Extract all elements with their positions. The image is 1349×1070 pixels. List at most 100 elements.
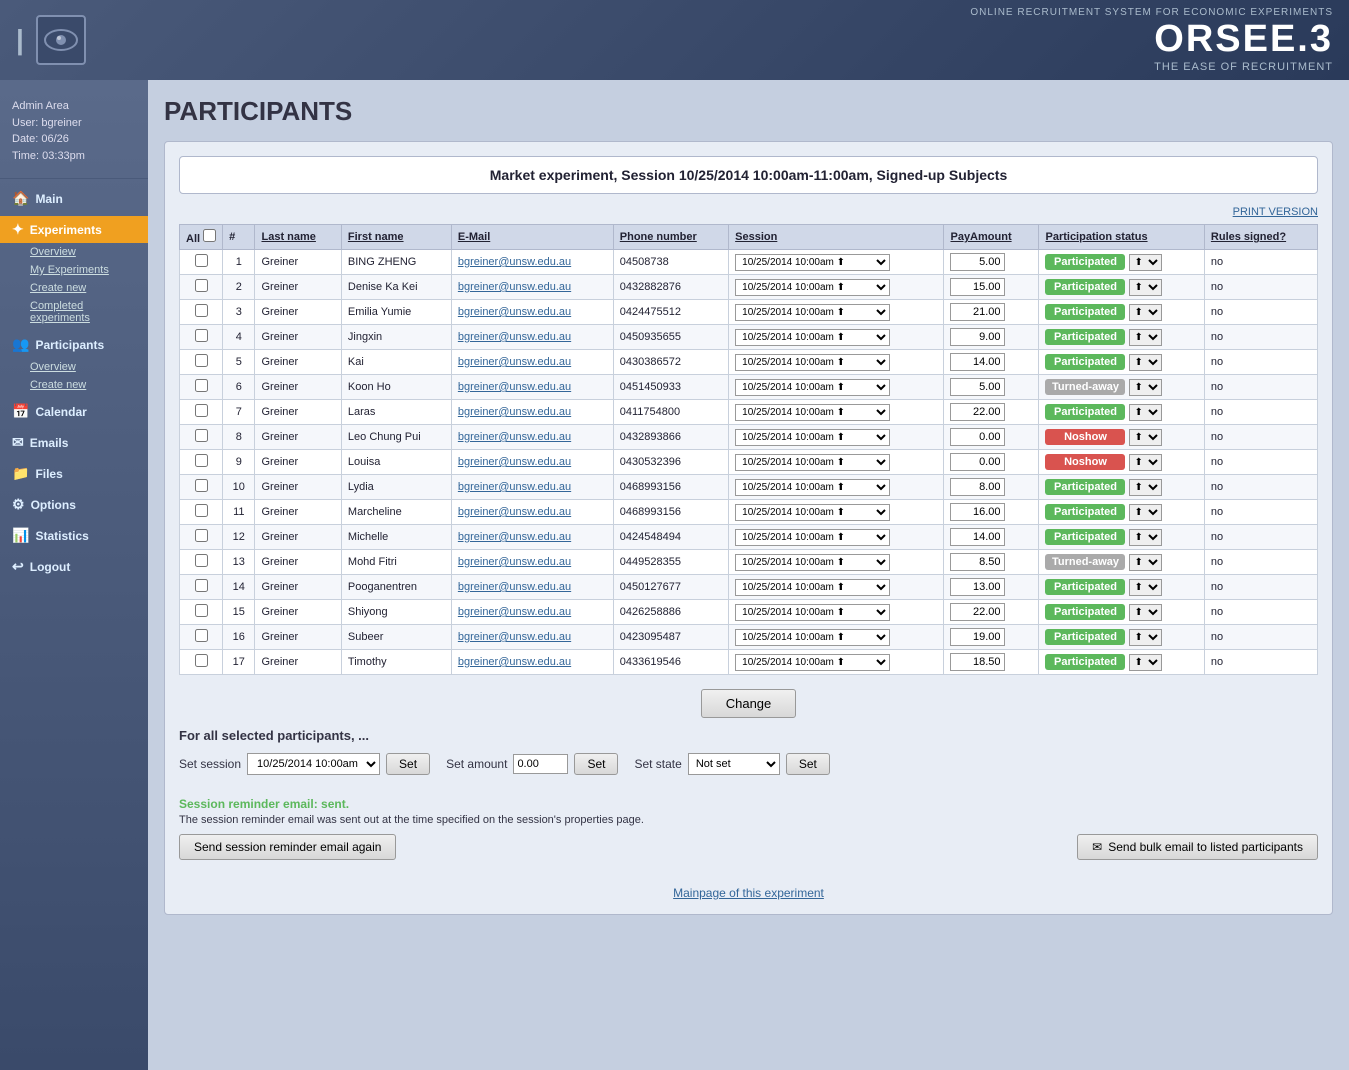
sidebar-item-completed-experiments[interactable]: Completed experiments (0, 297, 148, 327)
row-pay-input[interactable] (950, 578, 1005, 596)
change-button[interactable]: Change (701, 689, 797, 718)
row-pay-input[interactable] (950, 528, 1005, 546)
row-checkbox[interactable] (195, 404, 208, 417)
row-session-select[interactable]: 10/25/2014 10:00am ⬆ (735, 654, 890, 671)
row-status-select[interactable]: ⬆ (1129, 554, 1162, 571)
sidebar-item-logout[interactable]: ↩ Logout (0, 553, 148, 580)
row-email[interactable]: bgreiner@unsw.edu.au (451, 550, 613, 575)
row-session-select[interactable]: 10/25/2014 10:00am ⬆ (735, 404, 890, 421)
row-status-select[interactable]: ⬆ (1129, 579, 1162, 596)
row-status-select[interactable]: ⬆ (1129, 254, 1162, 271)
row-status-select[interactable]: ⬆ (1129, 604, 1162, 621)
first-name-sort[interactable]: First name (348, 231, 404, 243)
set-session-button[interactable]: Set (386, 753, 430, 775)
row-session-select[interactable]: 10/25/2014 10:00am ⬆ (735, 479, 890, 496)
sidebar-item-statistics[interactable]: 📊 Statistics (0, 522, 148, 549)
row-session-select[interactable]: 10/25/2014 10:00am ⬆ (735, 329, 890, 346)
row-checkbox[interactable] (195, 454, 208, 467)
row-email[interactable]: bgreiner@unsw.edu.au (451, 350, 613, 375)
set-amount-input[interactable] (513, 754, 568, 774)
pay-sort[interactable]: PayAmount (950, 231, 1011, 243)
set-state-select[interactable]: Not set Not set Participated Noshow Turn… (688, 753, 780, 775)
row-email[interactable]: bgreiner@unsw.edu.au (451, 500, 613, 525)
row-checkbox[interactable] (195, 579, 208, 592)
row-checkbox[interactable] (195, 504, 208, 517)
row-session-select[interactable]: 10/25/2014 10:00am ⬆ (735, 604, 890, 621)
sidebar-item-participants-create[interactable]: Create new (0, 376, 148, 394)
row-email[interactable]: bgreiner@unsw.edu.au (451, 625, 613, 650)
send-reminder-button[interactable]: Send session reminder email again (179, 834, 396, 860)
mainpage-link[interactable]: Mainpage of this experiment (673, 886, 824, 900)
row-email[interactable]: bgreiner@unsw.edu.au (451, 525, 613, 550)
row-checkbox[interactable] (195, 279, 208, 292)
sidebar-item-participants[interactable]: 👥 Participants (0, 331, 148, 358)
row-pay-input[interactable] (950, 503, 1005, 521)
row-email[interactable]: bgreiner@unsw.edu.au (451, 400, 613, 425)
email-sort[interactable]: E-Mail (458, 231, 490, 243)
row-session-select[interactable]: 10/25/2014 10:00am ⬆ (735, 504, 890, 521)
sidebar-item-create-new[interactable]: Create new (0, 279, 148, 297)
sidebar-item-experiments[interactable]: ✦ Experiments (0, 216, 148, 243)
row-session-select[interactable]: 10/25/2014 10:00am ⬆ (735, 454, 890, 471)
row-email[interactable]: bgreiner@unsw.edu.au (451, 425, 613, 450)
row-pay-input[interactable] (950, 628, 1005, 646)
row-pay-input[interactable] (950, 603, 1005, 621)
rules-sort[interactable]: Rules signed? (1211, 231, 1286, 243)
last-name-sort[interactable]: Last name (261, 231, 315, 243)
row-status-select[interactable]: ⬆ (1129, 404, 1162, 421)
row-session-select[interactable]: 10/25/2014 10:00am ⬆ (735, 429, 890, 446)
row-status-select[interactable]: ⬆ (1129, 504, 1162, 521)
row-status-select[interactable]: ⬆ (1129, 479, 1162, 496)
row-status-select[interactable]: ⬆ (1129, 629, 1162, 646)
row-email[interactable]: bgreiner@unsw.edu.au (451, 325, 613, 350)
row-pay-input[interactable] (950, 478, 1005, 496)
row-checkbox[interactable] (195, 429, 208, 442)
sidebar-item-overview[interactable]: Overview (0, 243, 148, 261)
set-state-button[interactable]: Set (786, 753, 830, 775)
row-session-select[interactable]: 10/25/2014 10:00am ⬆ (735, 629, 890, 646)
row-checkbox[interactable] (195, 254, 208, 267)
row-email[interactable]: bgreiner@unsw.edu.au (451, 600, 613, 625)
row-pay-input[interactable] (950, 553, 1005, 571)
row-pay-input[interactable] (950, 278, 1005, 296)
sidebar-item-options[interactable]: ⚙ Options (0, 491, 148, 518)
row-status-select[interactable]: ⬆ (1129, 529, 1162, 546)
row-pay-input[interactable] (950, 403, 1005, 421)
row-email[interactable]: bgreiner@unsw.edu.au (451, 250, 613, 275)
row-checkbox[interactable] (195, 304, 208, 317)
row-checkbox[interactable] (195, 604, 208, 617)
session-sort[interactable]: Session (735, 231, 777, 243)
row-session-select[interactable]: 10/25/2014 10:00am ⬆ (735, 279, 890, 296)
row-session-select[interactable]: 10/25/2014 10:00am ⬆ (735, 304, 890, 321)
row-checkbox[interactable] (195, 479, 208, 492)
row-email[interactable]: bgreiner@unsw.edu.au (451, 450, 613, 475)
row-session-select[interactable]: 10/25/2014 10:00am ⬆ (735, 529, 890, 546)
row-email[interactable]: bgreiner@unsw.edu.au (451, 475, 613, 500)
row-email[interactable]: bgreiner@unsw.edu.au (451, 300, 613, 325)
row-pay-input[interactable] (950, 353, 1005, 371)
row-status-select[interactable]: ⬆ (1129, 279, 1162, 296)
row-pay-input[interactable] (950, 253, 1005, 271)
row-checkbox[interactable] (195, 354, 208, 367)
status-sort[interactable]: Participation status (1045, 231, 1147, 243)
set-session-select[interactable]: 10/25/2014 10:00am (247, 753, 380, 775)
row-session-select[interactable]: 10/25/2014 10:00am ⬆ (735, 354, 890, 371)
row-session-select[interactable]: 10/25/2014 10:00am ⬆ (735, 379, 890, 396)
row-pay-input[interactable] (950, 378, 1005, 396)
sidebar-item-my-experiments[interactable]: My Experiments (0, 261, 148, 279)
row-email[interactable]: bgreiner@unsw.edu.au (451, 575, 613, 600)
row-session-select[interactable]: 10/25/2014 10:00am ⬆ (735, 254, 890, 271)
sidebar-item-main[interactable]: 🏠 Main (0, 185, 148, 212)
row-status-select[interactable]: ⬆ (1129, 454, 1162, 471)
row-checkbox[interactable] (195, 379, 208, 392)
row-pay-input[interactable] (950, 303, 1005, 321)
row-pay-input[interactable] (950, 328, 1005, 346)
print-version-link[interactable]: PRINT VERSION (1233, 206, 1318, 218)
row-pay-input[interactable] (950, 453, 1005, 471)
select-all-checkbox[interactable] (203, 229, 216, 242)
row-pay-input[interactable] (950, 653, 1005, 671)
row-checkbox[interactable] (195, 629, 208, 642)
sidebar-item-files[interactable]: 📁 Files (0, 460, 148, 487)
row-status-select[interactable]: ⬆ (1129, 354, 1162, 371)
set-amount-button[interactable]: Set (574, 753, 618, 775)
